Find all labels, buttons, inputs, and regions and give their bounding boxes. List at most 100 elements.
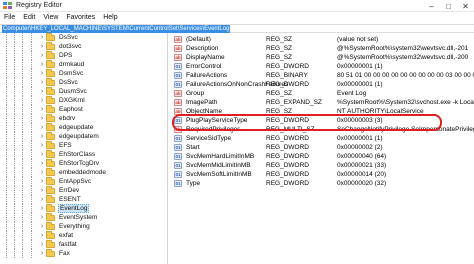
expand-chevron-icon[interactable]: › <box>38 213 46 222</box>
expand-chevron-icon[interactable]: › <box>38 159 46 168</box>
tree-item[interactable]: › EhStorTcgDrv <box>0 159 167 168</box>
tree-guide-line <box>14 96 15 105</box>
expand-chevron-icon[interactable]: › <box>38 150 46 159</box>
value-row[interactable]: 01 Type REG_DWORD 0x00000020 (32) <box>169 179 474 188</box>
tree-item[interactable]: › drmkaud <box>0 60 167 69</box>
expand-chevron-icon[interactable]: › <box>38 33 46 42</box>
value-row[interactable]: ab Description REG_SZ @%SystemRoot%\system3… <box>169 44 474 53</box>
value-row[interactable]: ab RequiredPrivileges REG_MULTI_SZ SeChange… <box>169 125 474 134</box>
menu-view[interactable]: View <box>39 12 62 24</box>
tree-item[interactable]: › EventSystem <box>0 213 167 222</box>
tree-item[interactable]: › DPS <box>0 51 167 60</box>
expand-chevron-icon[interactable]: › <box>38 105 46 114</box>
folder-icon <box>46 177 55 185</box>
tree-item-label: DusmSvc <box>59 88 87 95</box>
expand-chevron-icon[interactable]: › <box>38 51 46 60</box>
value-row[interactable]: ab DisplayName REG_SZ @%SystemRoot%\system3… <box>169 53 474 62</box>
tree-item[interactable]: › EhStorClass <box>0 150 167 159</box>
minimize-button[interactable]: – <box>423 0 440 12</box>
tree-item[interactable]: › Everything <box>0 222 167 231</box>
value-row[interactable]: ab ImagePath REG_EXPAND_SZ %SystemRoot%\Sys… <box>169 98 474 107</box>
tree-item[interactable]: › fastfat <box>0 240 167 249</box>
value-data: 0x00000001 (1) <box>337 63 383 70</box>
tree-item[interactable]: › Eaphost <box>0 105 167 114</box>
expand-chevron-icon[interactable]: › <box>38 69 46 78</box>
value-type: REG_SZ <box>266 90 293 97</box>
value-row[interactable]: 01 PlugPlayServiceType REG_DWORD 0x00000003… <box>169 116 474 125</box>
tree-item[interactable]: › dot3svc <box>0 42 167 51</box>
value-row[interactable]: 01 ErrorControl REG_DWORD 0x00000001 (1) <box>169 62 474 71</box>
tree-item[interactable]: › EntAppSvc <box>0 177 167 186</box>
expand-chevron-icon[interactable]: › <box>38 240 46 249</box>
close-button[interactable]: ✕ <box>457 0 474 12</box>
value-name: SvcMemSoftLimitInMB <box>186 171 252 178</box>
tree-item[interactable]: › edgeupdatem <box>0 132 167 141</box>
tree-item[interactable]: › Fax <box>0 249 167 258</box>
expand-chevron-icon[interactable]: › <box>38 123 46 132</box>
value-row[interactable]: 01 SvcMemSoftLimitInMB REG_DWORD 0x00000014… <box>169 170 474 179</box>
tree-item[interactable]: › ebdrv <box>0 114 167 123</box>
expand-chevron-icon[interactable]: › <box>38 204 46 213</box>
expand-chevron-icon[interactable]: › <box>38 87 46 96</box>
tree-item[interactable]: › EFS <box>0 141 167 150</box>
key-tree-pane[interactable]: › DsSvc › dot3svc › DPS › drmkaud › DsmSvc › DsSvc ›… <box>0 33 168 264</box>
expand-chevron-icon[interactable]: › <box>38 168 46 177</box>
tree-item[interactable]: › DusmSvc <box>0 87 167 96</box>
values-pane[interactable]: ab (Default) REG_SZ (value not set) ab Descri… <box>169 33 474 264</box>
expand-chevron-icon[interactable]: › <box>38 231 46 240</box>
expand-chevron-icon[interactable]: › <box>38 222 46 231</box>
value-data: 0x00000001 (1) <box>337 135 383 142</box>
tree-guide-line <box>22 96 23 105</box>
value-row[interactable]: 01 SvcMemHardLimitInMB REG_DWORD 0x00000040… <box>169 152 474 161</box>
binary-value-icon: 01 <box>174 117 182 124</box>
tree-guide-line <box>22 60 23 69</box>
tree-item[interactable]: › ErrDev <box>0 186 167 195</box>
expand-chevron-icon[interactable]: › <box>38 132 46 141</box>
tree-item-label: DsmSvc <box>59 70 84 77</box>
expand-chevron-icon[interactable]: › <box>38 141 46 150</box>
tree-guide-line <box>22 195 23 204</box>
address-bar[interactable]: Computer\HKEY_LOCAL_MACHINE\SYSTEM\Curre… <box>0 24 474 33</box>
tree-item[interactable]: › EventLog <box>0 204 167 213</box>
value-row[interactable]: 01 FailureActionsOnNonCrashFailures REG_DW… <box>169 80 474 89</box>
expand-chevron-icon[interactable]: › <box>38 42 46 51</box>
value-data: 0x00000002 (2) <box>337 144 383 151</box>
value-row[interactable]: 01 FailureActions REG_BINARY 80 51 01 00 00… <box>169 71 474 80</box>
tree-guide-line <box>31 177 32 186</box>
value-row[interactable]: ab (Default) REG_SZ (value not set) <box>169 35 474 44</box>
tree-item[interactable]: › DsSvc <box>0 33 167 42</box>
expand-chevron-icon[interactable]: › <box>38 186 46 195</box>
expand-chevron-icon[interactable]: › <box>38 195 46 204</box>
value-row[interactable]: ab ObjectName REG_SZ NT AUTHORITY\LocalServ… <box>169 107 474 116</box>
value-name: (Default) <box>186 36 211 43</box>
menu-help[interactable]: Help <box>99 12 121 24</box>
tree-item[interactable]: › edgeupdate <box>0 123 167 132</box>
tree-item[interactable]: › DsSvc <box>0 78 167 87</box>
value-row[interactable]: 01 Start REG_DWORD 0x00000002 (2) <box>169 143 474 152</box>
tree-item[interactable]: › ESENT <box>0 195 167 204</box>
tree-item[interactable]: › embeddedmode <box>0 168 167 177</box>
tree-guide-line <box>31 51 32 60</box>
expand-chevron-icon[interactable]: › <box>38 249 46 258</box>
tree-item[interactable]: › DsmSvc <box>0 69 167 78</box>
value-data: 0x00000001 (1) <box>337 81 383 88</box>
menu-edit[interactable]: Edit <box>19 12 39 24</box>
expand-chevron-icon[interactable]: › <box>38 177 46 186</box>
tree-guide-line <box>22 204 23 213</box>
value-type: REG_DWORD <box>266 81 309 88</box>
expand-chevron-icon[interactable]: › <box>38 60 46 69</box>
tree-item[interactable]: › exfat <box>0 231 167 240</box>
address-path[interactable]: Computer\HKEY_LOCAL_MACHINE\SYSTEM\Curre… <box>2 25 231 33</box>
menu-favorites[interactable]: Favorites <box>62 12 99 24</box>
value-row[interactable]: 01 ServiceSidType REG_DWORD 0x00000001 (1) <box>169 134 474 143</box>
expand-chevron-icon[interactable]: › <box>38 78 46 87</box>
maximize-button[interactable]: □ <box>440 0 457 12</box>
tree-item[interactable]: › DXGKrnl <box>0 96 167 105</box>
expand-chevron-icon[interactable]: › <box>38 96 46 105</box>
value-row[interactable]: 01 SvcMemMidLimitInMB REG_DWORD 0x00000021 … <box>169 161 474 170</box>
menu-file[interactable]: File <box>0 12 19 24</box>
folder-icon <box>46 249 55 257</box>
value-row[interactable]: ab Group REG_SZ Event Log <box>169 89 474 98</box>
value-type: REG_BINARY <box>266 72 308 79</box>
expand-chevron-icon[interactable]: › <box>38 114 46 123</box>
